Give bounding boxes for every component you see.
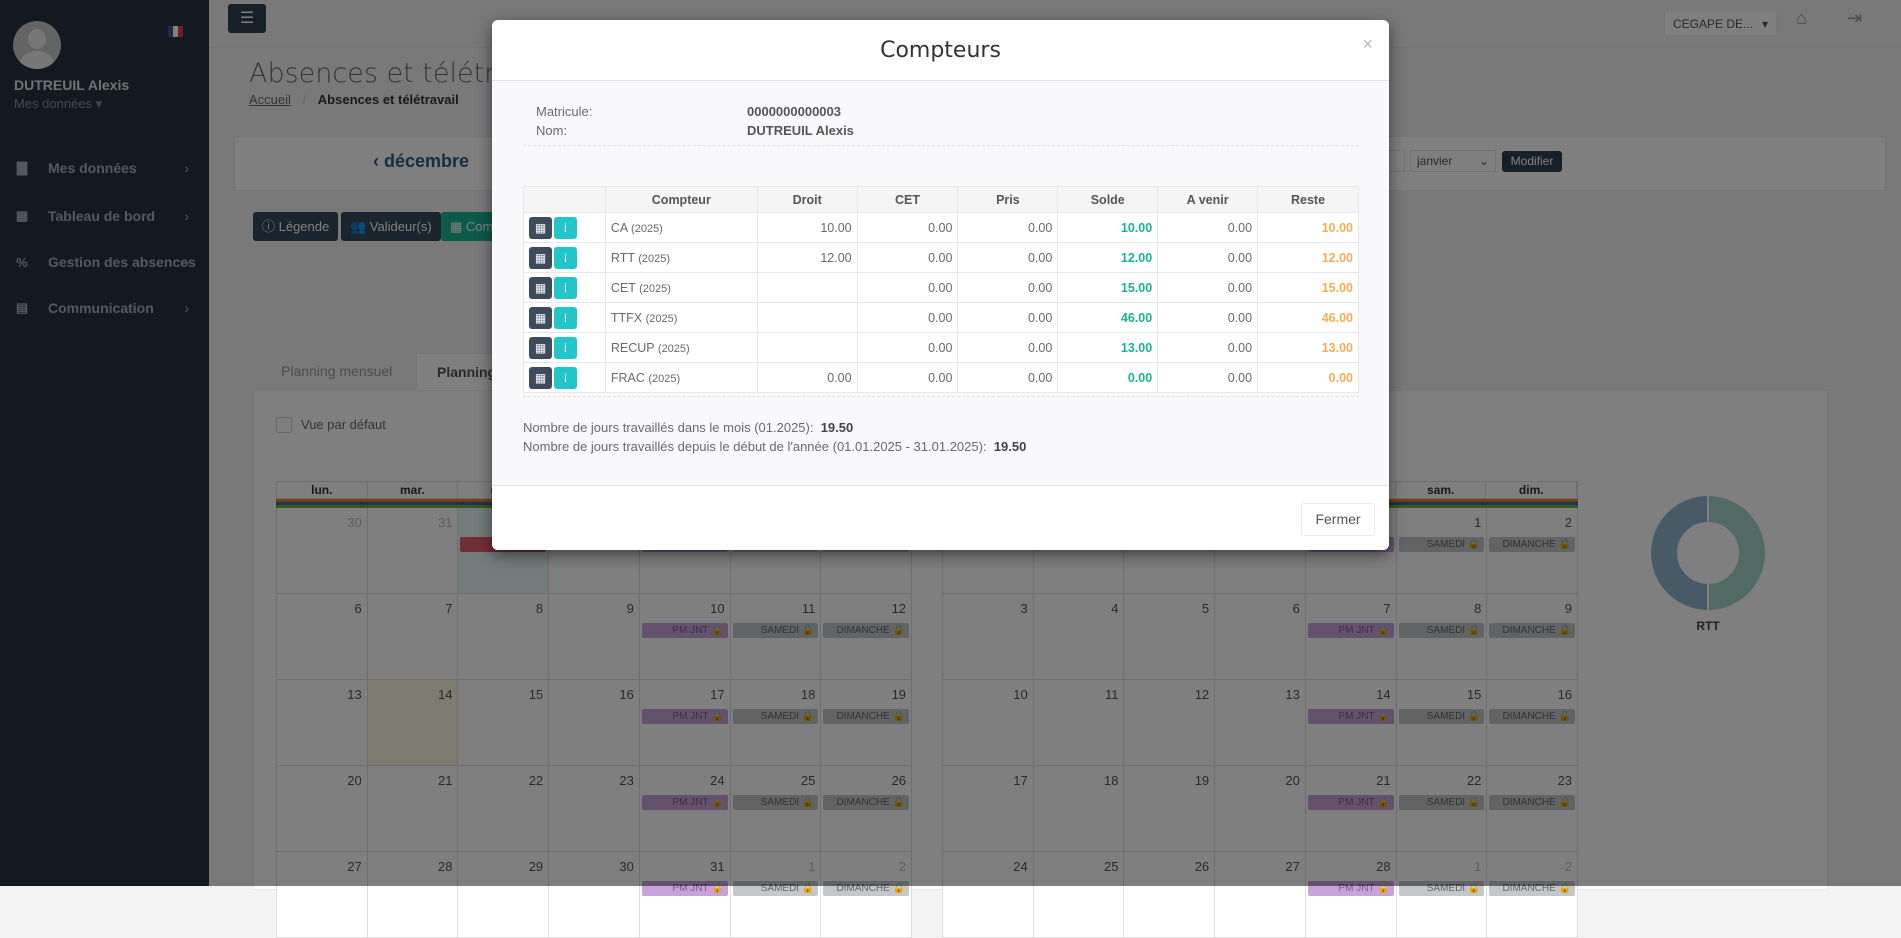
column-header: Pris bbox=[957, 186, 1059, 213]
calculator-button[interactable]: ▦ bbox=[529, 216, 552, 239]
counter-avenir: 0.00 bbox=[1157, 242, 1259, 273]
counter-row: ▦ i CA (2025) 10.00 0.00 0.00 10.00 0.00 10.00 bbox=[523, 212, 1359, 243]
counter-droit: 0.00 bbox=[756, 362, 858, 393]
row-actions: ▦ i bbox=[523, 332, 606, 363]
counter-year: (2025) bbox=[638, 252, 671, 265]
matricule-value: 0000000000003 bbox=[747, 104, 841, 119]
days-year-line: Nombre de jours travaillés depuis le déb… bbox=[523, 439, 1026, 454]
counter-cet: 0.00 bbox=[856, 302, 959, 333]
nom-value: DUTREUIL Alexis bbox=[747, 123, 854, 138]
counter-solde: 46.00 bbox=[1057, 302, 1159, 333]
counter-pris: 0.00 bbox=[957, 302, 1059, 333]
counter-droit: 10.00 bbox=[756, 212, 858, 243]
counter-solde: 0.00 bbox=[1057, 362, 1159, 393]
counter-year: (2025) bbox=[645, 312, 678, 325]
counter-cet: 0.00 bbox=[856, 362, 959, 393]
counter-reste: 46.00 bbox=[1257, 302, 1359, 333]
counter-reste: 15.00 bbox=[1257, 272, 1359, 303]
divider bbox=[523, 145, 1359, 146]
counter-avenir: 0.00 bbox=[1157, 272, 1259, 303]
counter-solde: 13.00 bbox=[1057, 332, 1159, 363]
column-header: A venir bbox=[1157, 186, 1259, 213]
matricule-label: Matricule: bbox=[536, 104, 593, 119]
counter-solde: 15.00 bbox=[1057, 272, 1159, 303]
counter-year: (2025) bbox=[639, 282, 671, 295]
counter-avenir: 0.00 bbox=[1157, 332, 1259, 363]
close-icon[interactable]: × bbox=[1362, 34, 1373, 55]
counter-year: (2025) bbox=[631, 222, 663, 235]
modal-footer: Fermer bbox=[492, 485, 1389, 550]
calculator-button[interactable]: ▦ bbox=[529, 306, 552, 329]
nom-label: Nom: bbox=[536, 123, 568, 138]
counter-solde: 10.00 bbox=[1057, 212, 1159, 243]
counter-row: ▦ i FRAC (2025) 0.00 0.00 0.00 0.00 0.00 0.00 bbox=[523, 362, 1359, 393]
row-actions: ▦ i bbox=[523, 272, 606, 303]
days-month-label: Nombre de jours travaillés dans le mois … bbox=[523, 420, 814, 435]
counter-solde: 12.00 bbox=[1057, 242, 1159, 273]
counters-modal: Compteurs × Matricule: 0000000000003 Nom… bbox=[492, 20, 1389, 550]
counter-reste: 10.00 bbox=[1257, 212, 1359, 243]
info-button[interactable]: i bbox=[554, 306, 577, 329]
counter-avenir: 0.00 bbox=[1157, 362, 1259, 393]
days-month-line: Nombre de jours travaillés dans le mois … bbox=[523, 420, 853, 435]
counter-row: ▦ i RECUP (2025) 0.00 0.00 13.00 0.00 13.00 bbox=[523, 332, 1359, 363]
counter-reste: 0.00 bbox=[1257, 362, 1359, 393]
counter-year: (2025) bbox=[648, 372, 681, 385]
counter-reste: 13.00 bbox=[1257, 332, 1359, 363]
info-button[interactable]: i bbox=[554, 366, 577, 389]
counter-row: ▦ i TTFX (2025) 0.00 0.00 46.00 0.00 46.00 bbox=[523, 302, 1359, 333]
counter-droit bbox=[756, 302, 858, 333]
counter-droit: 12.00 bbox=[756, 242, 858, 273]
column-header: Solde bbox=[1057, 186, 1159, 213]
column-header: Droit bbox=[756, 186, 858, 213]
divider bbox=[523, 396, 1359, 397]
counter-name: FRAC (2025) bbox=[604, 362, 758, 393]
counter-droit bbox=[756, 332, 858, 363]
counter-pris: 0.00 bbox=[957, 332, 1059, 363]
row-actions: ▦ i bbox=[523, 362, 606, 393]
counter-avenir: 0.00 bbox=[1157, 212, 1259, 243]
days-month-value: 19.50 bbox=[820, 420, 854, 435]
info-button[interactable]: i bbox=[554, 276, 577, 299]
counters-table: Compteur Droit CET Pris Solde A venir Reste ▦ i C… bbox=[523, 186, 1359, 393]
row-actions: ▦ i bbox=[523, 242, 606, 273]
info-button[interactable]: i bbox=[554, 246, 577, 269]
column-header: Compteur bbox=[604, 186, 758, 213]
calculator-button[interactable]: ▦ bbox=[529, 246, 552, 269]
counter-avenir: 0.00 bbox=[1157, 302, 1259, 333]
row-actions: ▦ i bbox=[523, 302, 606, 333]
column-header: Reste bbox=[1257, 186, 1359, 213]
counter-cet: 0.00 bbox=[856, 272, 959, 303]
counter-reste: 12.00 bbox=[1257, 242, 1359, 273]
counter-name: TTFX (2025) bbox=[604, 302, 758, 333]
counter-pris: 0.00 bbox=[957, 272, 1059, 303]
counter-cet: 0.00 bbox=[856, 212, 959, 243]
days-year-value: 19.50 bbox=[993, 439, 1027, 454]
modal-body: Matricule: 0000000000003 Nom: DUTREUIL A… bbox=[492, 81, 1389, 485]
info-button[interactable]: i bbox=[554, 216, 577, 239]
info-button[interactable]: i bbox=[554, 336, 577, 359]
counter-name: RECUP (2025) bbox=[604, 332, 758, 363]
counter-pris: 0.00 bbox=[957, 242, 1059, 273]
counter-name: CA (2025) bbox=[604, 212, 758, 243]
counter-year: (2025) bbox=[657, 342, 690, 355]
counter-droit bbox=[756, 272, 858, 303]
counter-cet: 0.00 bbox=[856, 332, 959, 363]
counter-row: ▦ i RTT (2025) 12.00 0.00 0.00 12.00 0.00 12.00 bbox=[523, 242, 1359, 273]
counter-name: RTT (2025) bbox=[604, 242, 758, 273]
counter-pris: 0.00 bbox=[957, 362, 1059, 393]
column-header: CET bbox=[856, 186, 959, 213]
modal-title: Compteurs bbox=[492, 20, 1389, 81]
counter-row: ▦ i CET (2025) 0.00 0.00 15.00 0.00 15.00 bbox=[523, 272, 1359, 303]
days-year-label: Nombre de jours travaillés depuis le déb… bbox=[523, 439, 987, 454]
row-actions: ▦ i bbox=[523, 212, 606, 243]
counter-pris: 0.00 bbox=[957, 212, 1059, 243]
calculator-button[interactable]: ▦ bbox=[529, 276, 552, 299]
close-button[interactable]: Fermer bbox=[1301, 503, 1375, 536]
counter-name: CET (2025) bbox=[604, 272, 758, 303]
calculator-button[interactable]: ▦ bbox=[529, 336, 552, 359]
counter-cet: 0.00 bbox=[856, 242, 959, 273]
column-header bbox=[523, 186, 606, 213]
calculator-button[interactable]: ▦ bbox=[529, 366, 552, 389]
